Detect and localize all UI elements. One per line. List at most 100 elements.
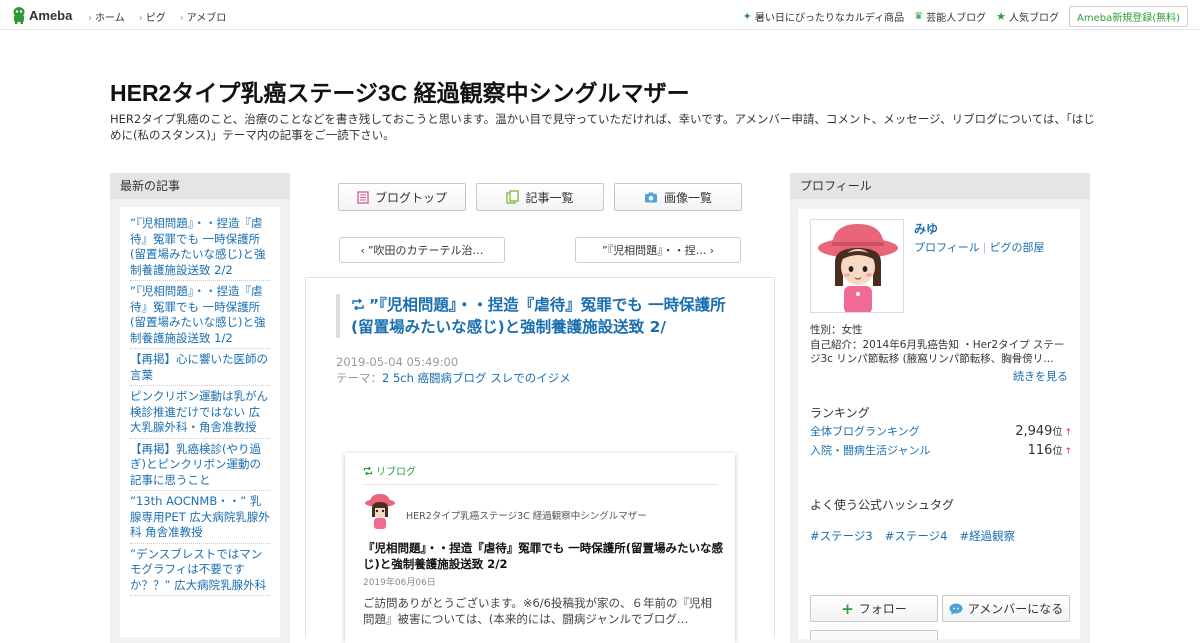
nav-pigg-link[interactable]: ピグ [139, 9, 166, 24]
sparkle-icon: ✦ [742, 10, 752, 23]
hashtag-list: #ステージ3 #ステージ4 #経過観察 [810, 528, 1015, 544]
blog-top-button[interactable]: ブログトップ [338, 183, 466, 211]
ranking-row: 全体ブログランキング 2,949位 ↑ [810, 423, 1072, 439]
camera-icon [644, 192, 657, 202]
list-item: 【再掲】乳癌検診(やり過ぎ)とピンクリボン運動の記事に思うこと [130, 439, 270, 491]
extra-button[interactable] [810, 630, 938, 640]
list-item: 【再掲】心に響いた医師の言葉 [130, 349, 270, 386]
reblog-small-icon [363, 466, 373, 475]
profile-link[interactable]: プロフィール [914, 241, 980, 254]
article-theme-link[interactable]: 2 5ch 癌闘病ブログ スレでのイジメ [382, 371, 571, 385]
ameba-logo[interactable]: Ameba [12, 6, 72, 24]
reblog-card[interactable]: リブログ HER2タイプ乳癌ステージ3C 経過観察中シングルマザー 『児相問題』… [345, 453, 735, 643]
image-list-label: 画像一覧 [663, 190, 712, 205]
ranking-value: 116位 ↑ [1028, 442, 1072, 458]
profile-intro: 自己紹介：2014年6月乳癌告知 ・Her2タイプ ステージ3c リンパ節転移 … [810, 338, 1065, 366]
next-article-label: ”『児相問題』・・捏… [601, 244, 707, 257]
hashtag-link[interactable]: #ステージ4 [885, 528, 948, 544]
amember-button[interactable]: アメンバーになる [942, 595, 1070, 622]
promo-link-label: 暑い日にぴったりなカルディ商品 [754, 13, 905, 24]
ranking-value: 2,949位 ↑ [1015, 423, 1072, 439]
genre-ranking-link[interactable]: 入院・闘病生活ジャンル [810, 442, 930, 458]
list-item: ”デンスブレストではマンモグラフィは不要ですか？？” 広大病院乳腺外科 [130, 544, 270, 596]
read-more-link[interactable]: 続きを見る [1013, 368, 1068, 384]
list-item: ”13th AOCNMB・・” 乳腺専用PET 広大病院乳腺外科 角舎准教授 [130, 491, 270, 544]
document-icon [357, 190, 369, 204]
article-date: 2019-05-04 05:49:00 [336, 355, 459, 369]
ranking-heading: ランキング [810, 406, 870, 420]
chevron-right-icon: › [709, 243, 715, 257]
overall-ranking-link[interactable]: 全体ブログランキング [810, 423, 920, 439]
reblog-title[interactable]: 『児相問題』・・捏造『虐待』冤罪でも 一時保護所(留置場みたいな感じ)と強制養護… [363, 541, 723, 572]
rank-unit: 位 [1052, 446, 1063, 457]
amember-label: アメンバーになる [967, 602, 1064, 616]
next-article-link[interactable]: ”『児相問題』・・捏… › [575, 237, 741, 263]
ranking-row: 入院・闘病生活ジャンル 116位 ↑ [810, 442, 1072, 458]
celebrity-blog-label: 芸能人ブログ [926, 13, 987, 24]
profile-avatar[interactable] [810, 219, 904, 313]
recent-article-link[interactable]: 【再掲】乳癌検診(やり過ぎ)とピンクリボン運動の記事に思うこと [130, 442, 261, 487]
prev-article-label: ”吹田のカテーテル治… [367, 244, 484, 257]
theme-label: テーマ： [336, 371, 382, 385]
profile-name[interactable]: みゆ [914, 220, 938, 237]
rank-up-icon: ↑ [1064, 447, 1072, 457]
image-list-button[interactable]: 画像一覧 [614, 183, 742, 211]
rank-number: 2,949 [1015, 424, 1053, 439]
popular-blog-label: 人気ブログ [1008, 13, 1059, 24]
star-icon: ★ [996, 10, 1006, 23]
recent-article-link[interactable]: ピンクリボン運動は乳がん検診推進だけではない 広大乳腺外科・角舎准教授 [130, 389, 268, 434]
copy-icon [506, 190, 520, 204]
profile-panel: プロフィール みゆ プロフィール | ピグの部屋 性別：女性 自己紹介：2014… [790, 173, 1090, 643]
rank-number: 116 [1027, 443, 1053, 458]
recent-article-link[interactable]: ”『児相問題』・・捏造『虐待』冤罪でも 一時保護所(留置場みたいな感じ)と強制養… [130, 216, 265, 277]
follow-button[interactable]: + フォロー [810, 595, 938, 622]
list-item: ”『児相問題』・・捏造『虐待』冤罪でも 一時保護所(留置場みたいな感じ)と強制養… [130, 213, 270, 281]
profile-links: プロフィール | ピグの部屋 [914, 239, 1045, 255]
logo-text: Ameba [29, 7, 73, 23]
follow-label: フォロー [858, 602, 907, 616]
global-header: Ameba ホーム ピグ アメブロ ✦ 暑い日にぴったりなカルディ商品 ♛ 芸能… [0, 0, 1200, 30]
divider [363, 484, 718, 485]
article-list-label: 記事一覧 [525, 190, 574, 205]
promo-link[interactable]: ✦ 暑い日にぴったりなカルディ商品 [743, 9, 905, 24]
popular-blog-link[interactable]: ★ 人気ブログ [996, 9, 1059, 24]
profile-box: みゆ プロフィール | ピグの部屋 性別：女性 自己紹介：2014年6月乳癌告知 ・… [798, 209, 1080, 640]
recent-articles-panel: 最新の記事 ”『児相問題』・・捏造『虐待』冤罪でも 一時保護所(留置場みたいな感… [110, 173, 290, 643]
reblog-excerpt: ご訪問ありがとうございます。※6/6投稿我が家の、６年前の『児相問題』被害につい… [363, 596, 712, 626]
hashtag-heading: よく使う公式ハッシュタグ [810, 498, 955, 512]
blog-top-label: ブログトップ [374, 190, 447, 205]
plus-icon: + [841, 599, 854, 618]
recent-article-link[interactable]: ”13th AOCNMB・・” 乳腺専用PET 広大病院乳腺外科 角舎准教授 [130, 494, 270, 539]
blogger-avatar [365, 494, 395, 529]
crown-icon: ♛ [914, 11, 924, 22]
profile-info: 性別：女性 自己紹介：2014年6月乳癌告知 ・Her2タイプ ステージ3c リ… [810, 323, 1072, 367]
recent-article-link[interactable]: ”『児相問題』・・捏造『虐待』冤罪でも 一時保護所(留置場みたいな感じ)と強制養… [130, 284, 265, 345]
recent-article-link[interactable]: 【再掲】心に響いた医師の言葉 [130, 352, 268, 382]
article-title[interactable]: ”『児相問題』・・捏造『虐待』冤罪でも 一時保護所(留置場みたいな感じ)と強制養… [336, 294, 736, 338]
nav-ameblo-link[interactable]: アメブロ [180, 9, 227, 24]
reblog-blog-name[interactable]: HER2タイプ乳癌ステージ3C 経過観察中シングルマザー [406, 508, 647, 522]
article-meta: 2019-05-04 05:49:00 テーマ：2 5ch 癌闘病ブログ スレで… [336, 354, 571, 386]
header-links: ✦ 暑い日にぴったりなカルディ商品 ♛ 芸能人ブログ ★ 人気ブログ Ameba… [743, 6, 1188, 27]
list-item: ピンクリボン運動は乳がん検診推進だけではない 広大乳腺外科・角舎准教授 [130, 386, 270, 439]
pigg-room-link[interactable]: ピグの部屋 [990, 241, 1045, 254]
reblog-label: リブログ [363, 463, 416, 478]
profile-gender: 性別：女性 [810, 324, 863, 336]
reblog-label-text: リブログ [376, 467, 416, 478]
hashtag-link[interactable]: #ステージ3 [810, 528, 873, 544]
nav-home-link[interactable]: ホーム [88, 9, 125, 24]
recent-articles-list: ”『児相問題』・・捏造『虐待』冤罪でも 一時保護所(留置場みたいな感じ)と強制養… [120, 207, 280, 637]
article-list-button[interactable]: 記事一覧 [476, 183, 604, 211]
article-title-text: ”『児相問題』・・捏造『虐待』冤罪でも 一時保護所(留置場みたいな感じ)と強制養… [351, 296, 726, 336]
recent-article-link[interactable]: ”デンスブレストではマンモグラフィは不要ですか？？” 広大病院乳腺外科 [130, 547, 266, 592]
blog-title[interactable]: HER2タイプ乳癌ステージ3C 経過観察中シングルマザー [110, 74, 690, 108]
celebrity-blog-link[interactable]: ♛ 芸能人ブログ [914, 9, 986, 24]
global-nav: ホーム ピグ アメブロ [88, 9, 226, 24]
chat-bubble-icon [949, 603, 963, 615]
hashtag-link[interactable]: #経過観察 [959, 528, 1015, 544]
register-button[interactable]: Ameba新規登録(無料) [1068, 6, 1188, 27]
prev-article-link[interactable]: ‹ ”吹田のカテーテル治… [339, 237, 505, 263]
reblog-icon [352, 298, 364, 311]
blog-description: HER2タイプ乳癌のこと、治療のことなどを書き残しておこうと思います。温かい目で… [110, 112, 1095, 142]
reblog-date: 2019年06月06日 [363, 578, 436, 588]
